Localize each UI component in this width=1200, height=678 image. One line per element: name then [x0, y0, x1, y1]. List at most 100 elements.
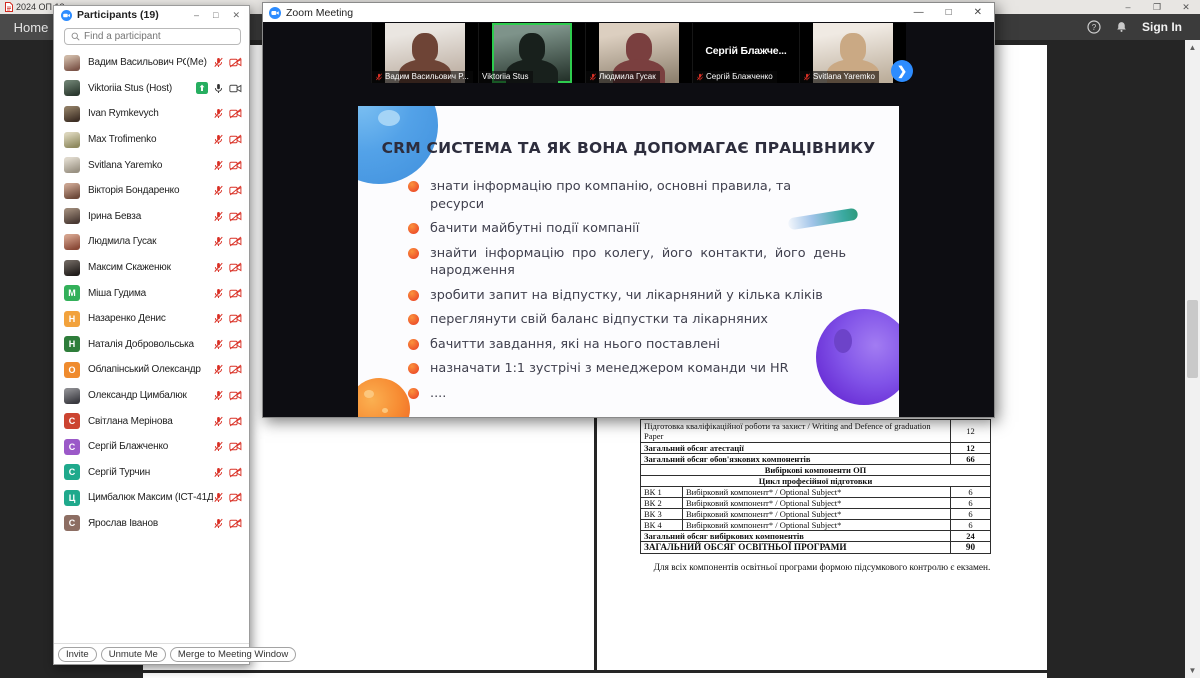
mic-muted-icon[interactable] — [213, 236, 224, 247]
cam-muted-icon[interactable] — [229, 390, 242, 401]
cam-muted-icon[interactable] — [229, 262, 242, 273]
cam-muted-icon[interactable] — [229, 492, 242, 503]
participant-row[interactable]: Вікторія Бондаренко — [54, 178, 249, 204]
mic-muted-icon[interactable] — [213, 390, 224, 401]
participant-row[interactable]: Людмила Гусак — [54, 229, 249, 255]
participants-minimize-button[interactable]: – — [194, 10, 199, 21]
scrollbar-up-button[interactable]: ▲ — [1185, 40, 1200, 55]
bullet-dot-icon — [408, 248, 419, 259]
cam-muted-icon[interactable] — [229, 108, 242, 119]
participant-name: Облапінський Олександр — [88, 364, 213, 375]
bullet-text: знайти інформацію про колегу, його конта… — [430, 245, 846, 280]
app-minimize-button[interactable]: – — [1122, 2, 1134, 12]
participant-row[interactable]: СЯрослав Іванов — [54, 511, 249, 537]
cam-on-icon[interactable] — [229, 83, 242, 94]
cam-muted-icon[interactable] — [229, 467, 242, 478]
participant-row[interactable]: ЦЦимбалюк Максим (ІСТ-41Д) — [54, 485, 249, 511]
participant-row[interactable]: ММіша Гудима — [54, 280, 249, 306]
mic-on-icon[interactable] — [213, 83, 224, 94]
participant-row[interactable]: ССергій Турчин — [54, 460, 249, 486]
participant-row[interactable]: Вадим Васильович РОМА...(Me) — [54, 50, 249, 76]
bullet-dot-icon — [408, 339, 419, 350]
participant-row[interactable]: Ірина Бевза — [54, 204, 249, 230]
participant-row[interactable]: ССвітлана Мерінова — [54, 408, 249, 434]
video-tile[interactable]: Viktoriia Stus — [478, 23, 585, 83]
participants-maximize-button[interactable]: □ — [213, 10, 218, 21]
mic-muted-icon[interactable] — [213, 211, 224, 222]
app-restore-button[interactable]: ❐ — [1151, 2, 1163, 13]
curriculum-table: Підготовка кваліфікаційної роботи та зах… — [640, 419, 991, 554]
participant-row[interactable]: Ivan Rymkevych — [54, 101, 249, 127]
participant-row[interactable]: Max Trofimenko — [54, 127, 249, 153]
mic-muted-icon[interactable] — [213, 416, 224, 427]
table-row: Загальний обсяг обов'язкових компонентів… — [641, 454, 991, 465]
viewer-scrollbar[interactable]: ▲ ▼ — [1185, 40, 1200, 678]
participant-row[interactable]: О Облапінський Олександр — [54, 357, 249, 383]
scrollbar-down-button[interactable]: ▼ — [1185, 663, 1200, 678]
participant-row[interactable]: Олександр Цимбалюк — [54, 383, 249, 409]
zoom-close-button[interactable]: ✕ — [974, 7, 982, 18]
participant-row[interactable]: Viktoriia Stus (Host) — [54, 76, 249, 102]
video-tile[interactable]: Сергій Блажче...Сергій Блажченко — [692, 23, 799, 83]
zoom-minimize-button[interactable]: — — [914, 7, 924, 18]
cam-muted-icon[interactable] — [229, 441, 242, 452]
participants-titlebar[interactable]: Participants (19) – □ ✕ — [54, 6, 249, 24]
mic-muted-icon[interactable] — [213, 160, 224, 171]
participant-row[interactable]: Svitlana Yaremko — [54, 152, 249, 178]
table-row: ЗАГАЛЬНИЙ ОБСЯГ ОСВІТНЬОЇ ПРОГРАМИ90 — [641, 542, 991, 554]
cam-muted-icon[interactable] — [229, 416, 242, 427]
mic-muted-icon[interactable] — [213, 467, 224, 478]
mic-muted-icon[interactable] — [213, 518, 224, 529]
bullet-dot-icon — [408, 223, 419, 234]
cam-muted-icon[interactable] — [229, 134, 242, 145]
help-icon[interactable]: ? — [1087, 20, 1101, 34]
mic-muted-icon[interactable] — [213, 108, 224, 119]
next-participants-button[interactable]: ❯ — [891, 60, 913, 82]
cam-muted-icon[interactable] — [229, 364, 242, 375]
tile-name-label: Viktoriia Stus — [479, 71, 533, 83]
cam-muted-icon[interactable] — [229, 236, 242, 247]
cam-muted-icon[interactable] — [229, 185, 242, 196]
notifications-bell-icon[interactable] — [1115, 20, 1128, 34]
cam-muted-icon[interactable] — [229, 313, 242, 324]
tile-name-label: Svitlana Yaremko — [800, 71, 879, 83]
invite-button[interactable]: Invite — [58, 647, 97, 662]
mic-muted-icon[interactable] — [213, 492, 224, 503]
search-input[interactable] — [84, 31, 224, 42]
merge-to-meeting-window-button[interactable]: Merge to Meeting Window — [170, 647, 296, 662]
scrollbar-thumb[interactable] — [1187, 300, 1198, 378]
avatar: О — [64, 362, 80, 378]
mic-muted-icon[interactable] — [213, 134, 224, 145]
cam-muted-icon[interactable] — [229, 211, 242, 222]
cam-muted-icon[interactable] — [229, 339, 242, 350]
cam-muted-icon[interactable] — [229, 518, 242, 529]
cam-muted-icon[interactable] — [229, 288, 242, 299]
app-close-button[interactable]: ✕ — [1180, 2, 1192, 13]
cam-muted-icon[interactable] — [229, 160, 242, 171]
screen-share-icon[interactable] — [196, 82, 208, 94]
mic-muted-icon[interactable] — [213, 313, 224, 324]
participant-row[interactable]: Максим Скаженюк — [54, 255, 249, 281]
participants-footer: InviteUnmute MeMerge to Meeting Window — [54, 643, 249, 664]
participants-title: Participants (19) — [77, 9, 189, 21]
mic-muted-icon[interactable] — [213, 339, 224, 350]
mic-muted-icon[interactable] — [213, 288, 224, 299]
participant-search-box[interactable] — [64, 28, 241, 45]
mic-muted-icon[interactable] — [213, 262, 224, 273]
participants-close-button[interactable]: ✕ — [232, 10, 240, 21]
video-tile[interactable]: Людмила Гусак — [585, 23, 692, 83]
cam-muted-icon[interactable] — [229, 57, 242, 68]
mic-muted-icon[interactable] — [213, 441, 224, 452]
participant-row[interactable]: ССергій Блажченко — [54, 434, 249, 460]
participant-row[interactable]: ННаталія Добровольська — [54, 332, 249, 358]
mic-muted-icon[interactable] — [213, 185, 224, 196]
participant-row[interactable]: ННазаренко Денис — [54, 306, 249, 332]
video-tile[interactable]: Svitlana Yaremko — [799, 23, 906, 83]
zoom-maximize-button[interactable]: □ — [946, 7, 952, 18]
video-tile[interactable]: Вадим Васильович Р... — [371, 23, 478, 83]
mic-muted-icon[interactable] — [213, 57, 224, 68]
zoom-titlebar[interactable]: Zoom Meeting — □ ✕ — [263, 3, 994, 22]
unmute-me-button[interactable]: Unmute Me — [101, 647, 166, 662]
sign-in-button[interactable]: Sign In — [1142, 20, 1182, 34]
mic-muted-icon[interactable] — [213, 364, 224, 375]
